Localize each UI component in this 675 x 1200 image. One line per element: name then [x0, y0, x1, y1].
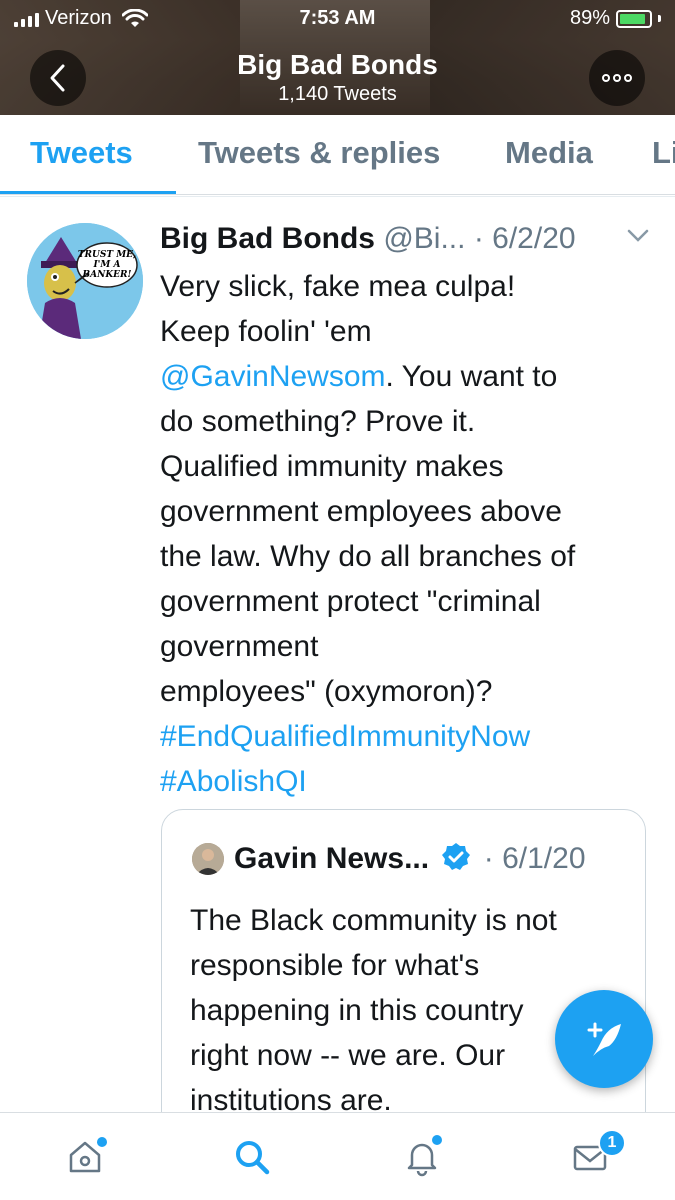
nav-messages[interactable]: 1: [560, 1127, 626, 1187]
notifications-dot: [432, 1135, 442, 1145]
nav-home[interactable]: [55, 1127, 115, 1187]
quoted-tweet-header: Gavin News... · 6/1/20: [234, 842, 586, 875]
profile-header: Verizon 7:53 AM 89% Big Bad Bonds 1,140 …: [0, 0, 675, 115]
tweet-count: 1,140 Tweets: [278, 83, 397, 105]
battery-percent: 89%: [569, 7, 610, 29]
home-notification-dot: [97, 1137, 107, 1147]
avatar[interactable]: [192, 843, 224, 875]
nav-search[interactable]: [222, 1127, 282, 1187]
svg-text:BANKER!: BANKER!: [82, 270, 132, 280]
quoted-author-name[interactable]: Gavin News...: [234, 842, 429, 875]
chevron-down-icon[interactable]: [627, 229, 649, 243]
tweet-date[interactable]: 6/2/20: [492, 222, 575, 255]
mention-link[interactable]: @GavinNewsom: [160, 360, 386, 393]
tab-likes[interactable]: Likes: [652, 135, 675, 171]
quoted-tweet-date: 6/1/20: [502, 842, 586, 875]
avatar[interactable]: TRUST ME, I'M A BANKER!: [27, 223, 143, 339]
tweet[interactable]: TRUST ME, I'M A BANKER! Big Bad Bonds @B…: [0, 196, 675, 1112]
tweet-header: Big Bad Bonds @Bi... · 6/2/20: [160, 222, 576, 255]
messages-badge: 1: [598, 1129, 626, 1157]
nav-notifications[interactable]: [392, 1127, 452, 1187]
compose-tweet-icon: [587, 1022, 621, 1056]
more-options-button[interactable]: [589, 50, 645, 106]
svg-text:I'M A: I'M A: [92, 260, 120, 270]
tab-tweets-and-replies[interactable]: Tweets & replies: [198, 135, 440, 171]
status-bar: Verizon 7:53 AM 89%: [0, 0, 675, 38]
profile-tabs: Tweets Tweets & replies Media Likes: [0, 115, 675, 195]
tweet-author-handle[interactable]: @Bi...: [383, 222, 465, 255]
active-tab-indicator: [0, 191, 176, 194]
banker-avatar-image: TRUST ME, I'M A BANKER!: [27, 223, 143, 339]
verified-badge-icon: [442, 843, 471, 870]
search-icon: [236, 1141, 270, 1175]
bottom-navigation: 1: [0, 1112, 675, 1200]
svg-text:TRUST ME,: TRUST ME,: [78, 250, 136, 260]
tab-media[interactable]: Media: [505, 135, 593, 171]
compose-tweet-button[interactable]: [555, 990, 653, 1088]
tab-tweets[interactable]: Tweets: [30, 135, 133, 171]
tweet-author-name[interactable]: Big Bad Bonds: [160, 222, 375, 255]
hashtag-link[interactable]: #AbolishQI: [160, 759, 655, 804]
battery-icon: [616, 9, 652, 28]
hashtag-link[interactable]: #EndQualifiedImmunityNow: [160, 714, 655, 759]
profile-name: Big Bad Bonds: [237, 49, 438, 80]
more-horizontal-icon: [602, 74, 632, 82]
tweet-text: Very slick, fake mea culpa! Keep foolin'…: [160, 264, 655, 804]
